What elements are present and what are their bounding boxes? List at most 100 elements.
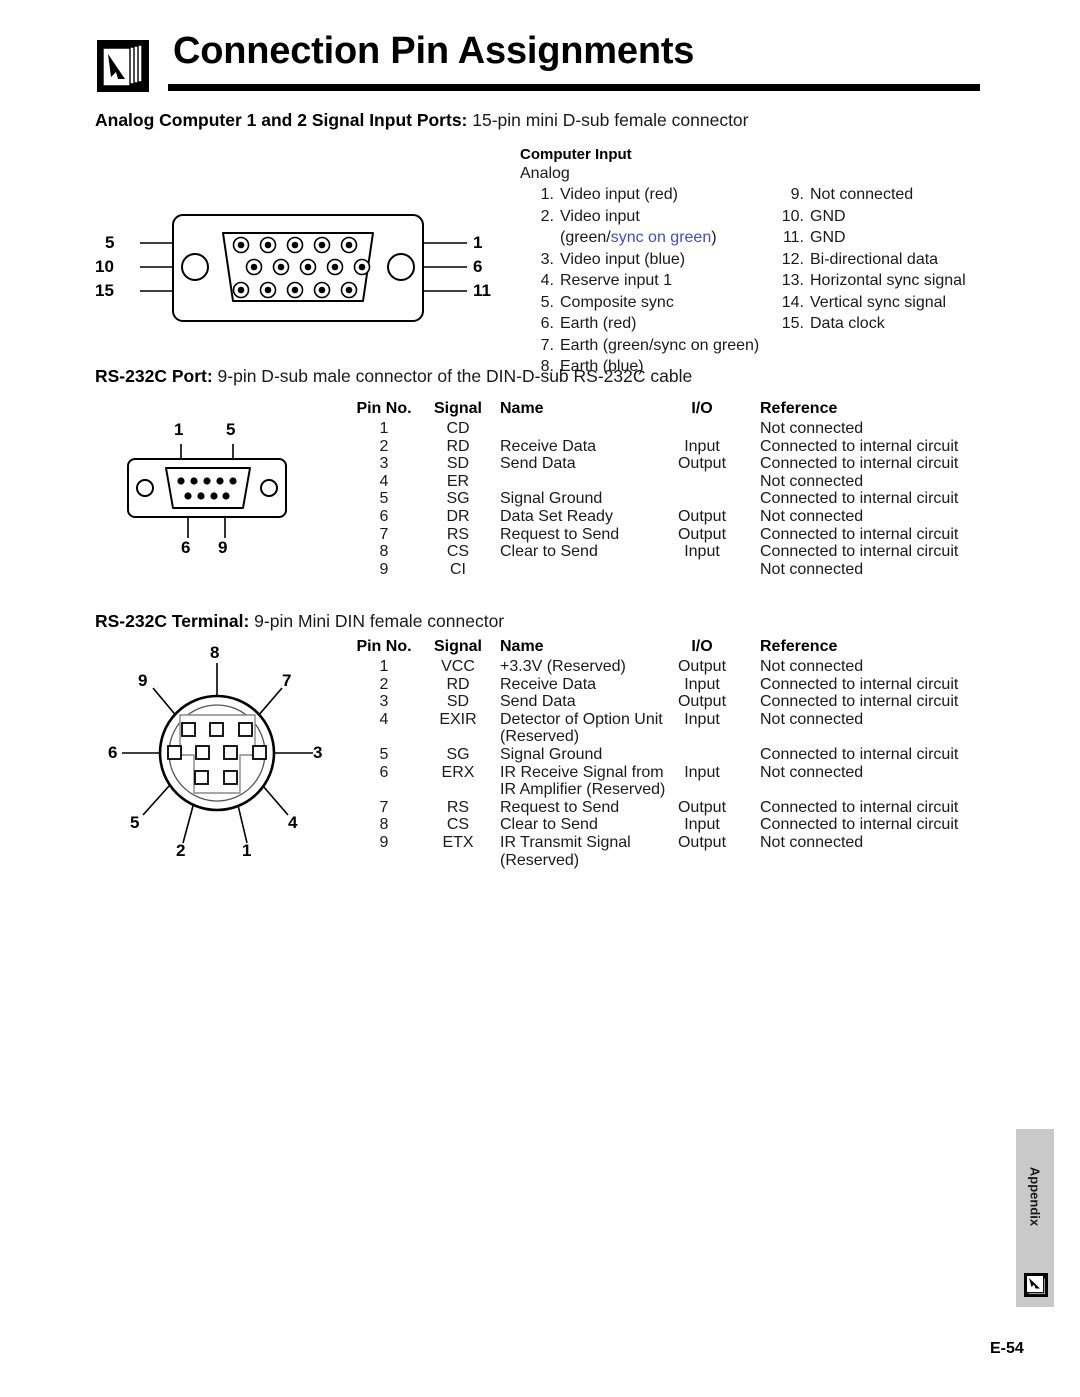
computer-input-left-column: 1. Video input (red) 2. Video input (green… <box>528 184 798 378</box>
list-item: 5. Composite sync <box>528 292 798 314</box>
list-item-label: Earth (green/sync on green) <box>560 336 760 354</box>
pin-label-11: 11 <box>473 281 491 300</box>
column-header-reference: Reference <box>760 400 838 417</box>
cell-signal: EXIR <box>439 710 477 728</box>
cell-pin-no: 2 <box>379 675 389 693</box>
list-item-label: Reserve input 1 <box>560 272 673 289</box>
dsub15-connector-diagram: 5 10 15 1 6 11 <box>95 205 505 335</box>
list-item-number: 12. <box>781 250 804 268</box>
rs232c-terminal-heading-rest: 9-pin Mini DIN female connector <box>249 611 505 631</box>
list-item-label: Not connected <box>810 186 914 203</box>
pin-label-2: 2 <box>176 841 186 860</box>
cell-reference: Connected to internal circuit <box>760 745 959 763</box>
cell-name: Signal Ground <box>500 490 603 508</box>
cell-signal: CS <box>446 816 470 834</box>
cell-pin-no: 4 <box>379 710 389 728</box>
column-header-io: I/O <box>691 400 713 417</box>
rs232c-port-section-heading: RS-232C Port: 9-pin D-sub male connector… <box>95 366 692 387</box>
cell-signal: DR <box>446 507 470 525</box>
column-header-io: I/O <box>691 638 713 655</box>
list-item-number: 14. <box>781 293 804 311</box>
cell-pin-no: 2 <box>379 437 389 455</box>
list-item-label: GND <box>810 207 846 225</box>
rs232c-terminal-section-heading: RS-232C Terminal: 9-pin Mini DIN female … <box>95 611 504 632</box>
appendix-tab[interactable]: Appendix <box>1016 1129 1054 1307</box>
list-item-number: 11. <box>782 229 804 246</box>
list-item: 12. Bi-directional data <box>778 249 1008 271</box>
cell-signal: RS <box>446 798 470 816</box>
cell-pin-no: 8 <box>379 543 389 561</box>
list-item: 7. Earth (green/sync on green) <box>528 335 798 357</box>
cell-signal: ERX <box>441 763 475 781</box>
cell-signal: RD <box>446 675 470 693</box>
cell-io: Input <box>684 710 720 728</box>
pin-label-10: 10 <box>95 257 114 276</box>
list-item-label: Video input (blue) <box>560 250 686 268</box>
cell-reference: Connected to internal circuit <box>760 490 959 508</box>
cell-io: Input <box>684 437 720 455</box>
cell-reference: Connected to internal circuit <box>760 437 959 455</box>
rs232c-port-heading-bold: RS-232C Port: <box>95 366 213 386</box>
cell-reference: Not connected <box>760 710 864 728</box>
list-item: 13. Horizontal sync signal <box>778 270 1008 292</box>
cell-name-line2: IR Amplifier (Reserved) <box>500 781 666 799</box>
computer-input-right-column: 9. Not connected 10. GND 11. GND 12. Bi-dire… <box>778 184 1008 335</box>
cell-io: Input <box>684 675 720 693</box>
list-item-number: 13. <box>781 272 804 289</box>
list-item: 10. GND <box>778 206 1008 228</box>
list-item-label: Video input <box>560 207 640 225</box>
pin-label-6: 6 <box>108 743 118 762</box>
column-header-pin-no: Pin No. <box>356 400 412 417</box>
computer-input-title: Computer Input <box>520 146 632 163</box>
list-item-number: 5. <box>540 293 554 311</box>
document-page: Connection Pin Assignments Analog Comput… <box>0 0 1080 1397</box>
cell-signal: CS <box>446 543 470 561</box>
cell-signal: SG <box>446 745 470 763</box>
pin-label-1: 1 <box>473 233 483 252</box>
cell-reference: Connected to internal circuit <box>760 798 959 816</box>
cell-pin-no: 3 <box>379 693 389 711</box>
cell-signal: ETX <box>442 833 474 851</box>
cell-signal: SD <box>446 693 470 711</box>
pin-label-5: 5 <box>105 233 115 252</box>
pin-label-1: 1 <box>174 420 184 439</box>
list-item-number: 2. <box>540 207 554 225</box>
pin-label-9: 9 <box>138 671 148 690</box>
cell-io: Output <box>677 798 727 816</box>
list-item: 11. GND <box>778 227 1008 249</box>
column-header-reference: Reference <box>760 638 838 655</box>
cell-io: Output <box>677 507 727 525</box>
cell-pin-no: 9 <box>379 560 389 578</box>
appendix-tab-label: Appendix <box>1027 1166 1043 1227</box>
list-item: 14. Vertical sync signal <box>778 292 1008 314</box>
list-item-label: Horizontal sync signal <box>810 272 966 289</box>
cell-io: Input <box>684 763 720 781</box>
cell-signal: SG <box>446 490 470 508</box>
page-title: Connection Pin Assignments <box>173 30 695 72</box>
book-cursor-icon <box>1024 1273 1048 1297</box>
cell-signal: SD <box>446 455 470 473</box>
column-header-pin-no: Pin No. <box>356 638 412 655</box>
list-item-label: Earth (red) <box>560 315 637 332</box>
cell-reference: Connected to internal circuit <box>760 525 959 543</box>
cell-pin-no: 8 <box>379 816 389 834</box>
list-item-number: 10. <box>781 207 804 225</box>
list-item: 1. Video input (red) <box>528 184 798 206</box>
list-item-number: 3. <box>540 250 554 268</box>
list-item-number: 15. <box>781 315 804 332</box>
cell-reference: Not connected <box>760 763 864 781</box>
pin-label-9: 9 <box>218 538 228 557</box>
pin-label-1: 1 <box>242 841 252 860</box>
list-item-label: Data clock <box>810 315 885 332</box>
pin-label-7: 7 <box>282 671 292 690</box>
analog-section-heading: Analog Computer 1 and 2 Signal Input Por… <box>95 110 749 131</box>
cell-signal: VCC <box>441 658 475 675</box>
cell-signal: ER <box>446 472 470 490</box>
list-item-label: Composite sync <box>560 293 674 311</box>
cell-io: Input <box>684 816 720 834</box>
cell-signal: RD <box>446 437 470 455</box>
cell-reference: Connected to internal circuit <box>760 675 959 693</box>
cell-reference: Connected to internal circuit <box>760 816 959 834</box>
list-item-number: 1. <box>540 186 554 203</box>
cell-pin-no: 3 <box>379 455 389 473</box>
